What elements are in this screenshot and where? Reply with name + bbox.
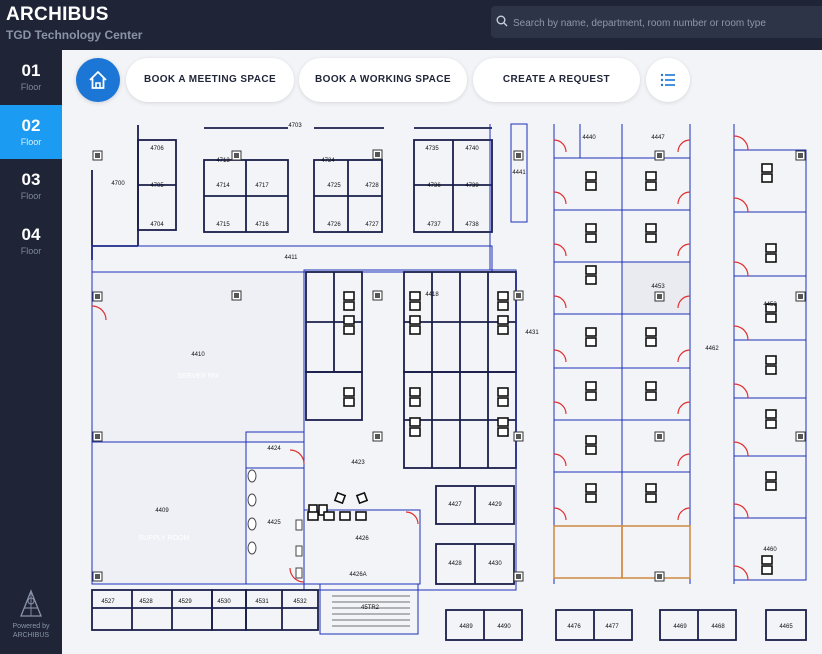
room-label: 4462 (705, 346, 719, 352)
room-label: 4418 (425, 292, 439, 298)
room-label: 4410 (191, 352, 205, 358)
floor-02-button[interactable]: 02 Floor (0, 105, 62, 159)
room-label: 4453 (651, 284, 665, 290)
search-box[interactable] (491, 6, 822, 38)
floor-label: Floor (20, 82, 42, 92)
room-label: 4700 (111, 181, 125, 187)
room-label: 4529 (178, 599, 192, 605)
room-label: 45TR2 (361, 605, 380, 611)
search-icon (496, 14, 508, 32)
room-label: 4725 (327, 183, 341, 189)
powered-by: Powered by ARCHIBUS (0, 589, 62, 640)
app-title: ARCHIBUS (6, 4, 109, 25)
room-label: 4427 (448, 502, 462, 508)
room-label: 4726 (327, 222, 341, 228)
floor-sidebar: 01 Floor 02 Floor 03 Floor 04 Floor Powe… (0, 50, 62, 654)
room-label: 4705 (150, 183, 164, 189)
room-label: 4532 (293, 599, 307, 605)
room-label: 4490 (497, 624, 511, 630)
create-request-button[interactable]: CREATE A REQUEST (473, 58, 640, 102)
room-label: 4489 (459, 624, 473, 630)
room-label: 4737 (427, 222, 441, 228)
room-label: 4713 (216, 158, 230, 164)
floor-03-button[interactable]: 03 Floor (0, 159, 62, 213)
room-label: 4423 (351, 460, 365, 466)
floor-plan-area[interactable]: 4703 4706 4713 4724 4735 4740 4441 4440 … (62, 50, 822, 654)
room-label: 4428 (448, 561, 462, 567)
book-meeting-space-button[interactable]: BOOK A MEETING SPACE (126, 58, 294, 102)
floor-number: 02 (21, 116, 41, 135)
floor-01-button[interactable]: 01 Floor (0, 50, 62, 104)
book-working-space-button[interactable]: BOOK A WORKING SPACE (299, 58, 467, 102)
powered-by-brand: ARCHIBUS (12, 632, 50, 639)
room-label: 4452 (763, 302, 777, 308)
room-name-supply: SUPPLY ROOM (139, 535, 190, 542)
floor-label: Floor (20, 246, 42, 256)
top-bar: ARCHIBUS TGD Technology Center (0, 0, 822, 50)
room-label: 4739 (465, 183, 479, 189)
home-icon (89, 71, 107, 89)
room-label: 4468 (711, 624, 725, 630)
room-label: 4727 (365, 222, 379, 228)
floor-number: 04 (21, 225, 41, 244)
room-label: 4429 (488, 502, 502, 508)
room-label: 4736 (427, 183, 441, 189)
room-label: 4724 (321, 158, 335, 164)
room-name-server: SERVER RM (177, 373, 219, 380)
floor-04-button[interactable]: 04 Floor (0, 214, 62, 268)
room-label: 4430 (488, 561, 502, 567)
floor-label: Floor (20, 191, 42, 201)
home-button[interactable] (76, 58, 120, 102)
room-label: 4409 (155, 508, 169, 514)
room-label: 4425 (267, 520, 281, 526)
room-label: 4411 (285, 255, 299, 261)
powered-by-text: Powered by (12, 623, 50, 630)
list-view-button[interactable] (646, 58, 690, 102)
room-label: 4528 (139, 599, 153, 605)
room-label: 4465 (779, 624, 793, 630)
room-label: 4704 (150, 222, 164, 228)
room-label: 4717 (255, 183, 269, 189)
floor-label: Floor (20, 137, 42, 147)
room-label: 4738 (465, 222, 479, 228)
room-label: 4715 (216, 222, 230, 228)
room-label: 4460 (763, 547, 777, 553)
room-label: 4531 (255, 599, 269, 605)
room-label: 4426 (355, 536, 369, 542)
room-label: 4424 (267, 446, 281, 452)
room-label: 4527 (101, 599, 115, 605)
room-label: 4440 (582, 135, 596, 141)
room-label: 4706 (150, 146, 164, 152)
list-icon (660, 73, 675, 87)
room-label: 4530 (217, 599, 231, 605)
room-label: 4431 (525, 330, 539, 336)
room-label: 4703 (288, 123, 302, 129)
search-input[interactable] (511, 12, 815, 34)
room-label: 4728 (365, 183, 379, 189)
room-label: 4469 (673, 624, 687, 630)
floor-number: 01 (21, 61, 41, 80)
archibus-logo-icon (20, 589, 42, 617)
room-label: 4735 (425, 146, 439, 152)
room-label: 4714 (216, 183, 230, 189)
floor-plan[interactable]: 4703 4706 4713 4724 4735 4740 4441 4440 … (62, 50, 822, 654)
building-name: TGD Technology Center (6, 28, 143, 42)
room-label: 4441 (512, 170, 526, 176)
room-label: 4477 (605, 624, 619, 630)
room-label: 4426A (349, 572, 366, 578)
room-label: 4447 (651, 135, 665, 141)
floor-number: 03 (21, 170, 41, 189)
room-label: 4716 (255, 222, 269, 228)
room-label: 4740 (465, 146, 479, 152)
room-label: 4476 (567, 624, 581, 630)
